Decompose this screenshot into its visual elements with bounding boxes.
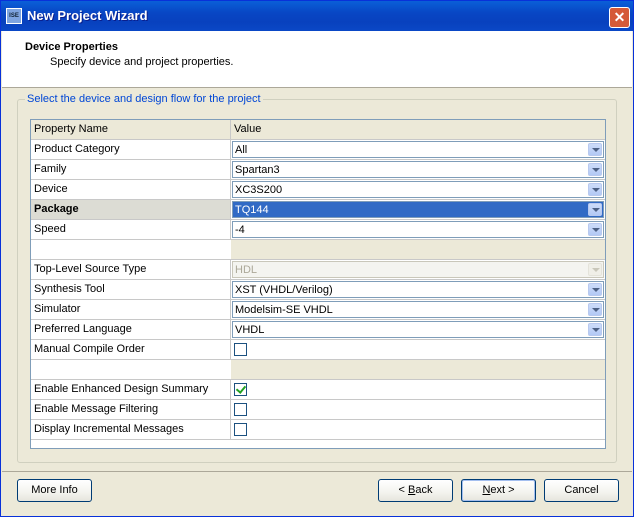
page-title: Device Properties — [25, 41, 118, 53]
dropdown-value: HDL — [235, 264, 258, 276]
next-button[interactable]: Next > — [461, 479, 536, 502]
table-separator-row — [31, 240, 605, 260]
property-table: Property Name Value Product Category All… — [30, 119, 606, 449]
wizard-window: ISE New Project Wizard ✕ Device Properti… — [0, 0, 634, 517]
chevron-down-icon — [588, 263, 602, 276]
empty-cell — [231, 360, 605, 380]
property-value-cell: XST (VHDL/Verilog) — [231, 280, 605, 300]
property-value-cell — [231, 420, 605, 440]
property-value-cell — [231, 400, 605, 420]
property-value-cell: -4 — [231, 220, 605, 240]
incremental-messages-checkbox[interactable] — [234, 423, 247, 436]
family-dropdown[interactable]: Spartan3 — [232, 161, 604, 178]
group-legend: Select the device and design flow for th… — [25, 93, 263, 105]
property-label: Speed — [31, 220, 231, 240]
property-label: Top-Level Source Type — [31, 260, 231, 280]
dropdown-value: XC3S200 — [235, 184, 283, 196]
more-info-button[interactable]: More Info — [17, 479, 92, 502]
empty-cell — [31, 360, 231, 380]
property-value-cell — [231, 340, 605, 360]
dropdown-value: TQ144 — [235, 204, 269, 216]
property-value-cell: All — [231, 140, 605, 160]
title-bar[interactable]: ISE New Project Wizard ✕ — [1, 1, 633, 31]
table-row-selected: Package TQ144 — [31, 200, 605, 220]
page-subtitle: Specify device and project properties. — [50, 56, 234, 68]
column-header-property-name: Property Name — [31, 120, 231, 140]
property-value-cell: XC3S200 — [231, 180, 605, 200]
message-filtering-checkbox[interactable] — [234, 403, 247, 416]
dropdown-value: VHDL — [235, 324, 265, 336]
table-row: Family Spartan3 — [31, 160, 605, 180]
preferred-language-dropdown[interactable]: VHDL — [232, 321, 604, 338]
table-row: Speed -4 — [31, 220, 605, 240]
next-label-rest: ext > — [490, 484, 515, 496]
empty-cell — [231, 240, 605, 260]
property-value-cell: HDL — [231, 260, 605, 280]
wizard-header: Device Properties Specify device and pro… — [2, 31, 632, 88]
synthesis-tool-dropdown[interactable]: XST (VHDL/Verilog) — [232, 281, 604, 298]
property-label: Synthesis Tool — [31, 280, 231, 300]
chevron-down-icon[interactable] — [588, 323, 602, 336]
back-button[interactable]: < Back — [378, 479, 453, 502]
property-label: Family — [31, 160, 231, 180]
close-button[interactable]: ✕ — [609, 7, 630, 28]
table-row: Simulator Modelsim-SE VHDL — [31, 300, 605, 320]
product-category-dropdown[interactable]: All — [232, 141, 604, 158]
property-label: Simulator — [31, 300, 231, 320]
table-row: Display Incremental Messages — [31, 420, 605, 440]
chevron-down-icon[interactable] — [588, 303, 602, 316]
table-separator-row — [31, 360, 605, 380]
table-row: Product Category All — [31, 140, 605, 160]
back-prefix: < — [398, 484, 408, 496]
chevron-down-icon[interactable] — [588, 283, 602, 296]
table-row: Enable Message Filtering — [31, 400, 605, 420]
property-value-cell — [231, 380, 605, 400]
table-row: Synthesis Tool XST (VHDL/Verilog) — [31, 280, 605, 300]
property-value-cell: TQ144 — [231, 200, 605, 220]
table-row: Manual Compile Order — [31, 340, 605, 360]
table-row: Enable Enhanced Design Summary — [31, 380, 605, 400]
empty-cell — [31, 240, 231, 260]
enhanced-design-summary-checkbox[interactable] — [234, 383, 247, 396]
table-row: Preferred Language VHDL — [31, 320, 605, 340]
dropdown-value: -4 — [235, 224, 245, 236]
dropdown-value: XST (VHDL/Verilog) — [235, 284, 333, 296]
footer-divider — [2, 471, 632, 472]
dropdown-value: Modelsim-SE VHDL — [235, 304, 333, 316]
window-title: New Project Wizard — [27, 8, 148, 23]
dropdown-value: Spartan3 — [235, 164, 280, 176]
property-label: Device — [31, 180, 231, 200]
property-value-cell: VHDL — [231, 320, 605, 340]
property-value-cell: Modelsim-SE VHDL — [231, 300, 605, 320]
table-header-row: Property Name Value — [31, 120, 605, 140]
chevron-down-icon[interactable] — [588, 183, 602, 196]
top-level-source-type-dropdown: HDL — [232, 261, 604, 278]
chevron-down-icon[interactable] — [588, 163, 602, 176]
property-label: Enable Message Filtering — [31, 400, 231, 420]
manual-compile-order-checkbox[interactable] — [234, 343, 247, 356]
package-dropdown[interactable]: TQ144 — [232, 201, 604, 218]
app-icon: ISE — [6, 8, 22, 24]
back-label-rest: ack — [415, 484, 433, 496]
chevron-down-icon[interactable] — [588, 223, 602, 236]
simulator-dropdown[interactable]: Modelsim-SE VHDL — [232, 301, 604, 318]
table-row: Top-Level Source Type HDL — [31, 260, 605, 280]
property-label: Preferred Language — [31, 320, 231, 340]
table-row: Device XC3S200 — [31, 180, 605, 200]
device-dropdown[interactable]: XC3S200 — [232, 181, 604, 198]
property-label: Manual Compile Order — [31, 340, 231, 360]
property-value-cell: Spartan3 — [231, 160, 605, 180]
column-header-value: Value — [231, 120, 605, 140]
dropdown-value: All — [235, 144, 248, 156]
property-label: Product Category — [31, 140, 231, 160]
speed-dropdown[interactable]: -4 — [232, 221, 604, 238]
property-label: Display Incremental Messages — [31, 420, 231, 440]
property-label: Enable Enhanced Design Summary — [31, 380, 231, 400]
cancel-button[interactable]: Cancel — [544, 479, 619, 502]
chevron-down-icon[interactable] — [588, 143, 602, 156]
chevron-down-icon[interactable] — [588, 203, 602, 216]
property-label: Package — [31, 200, 231, 220]
